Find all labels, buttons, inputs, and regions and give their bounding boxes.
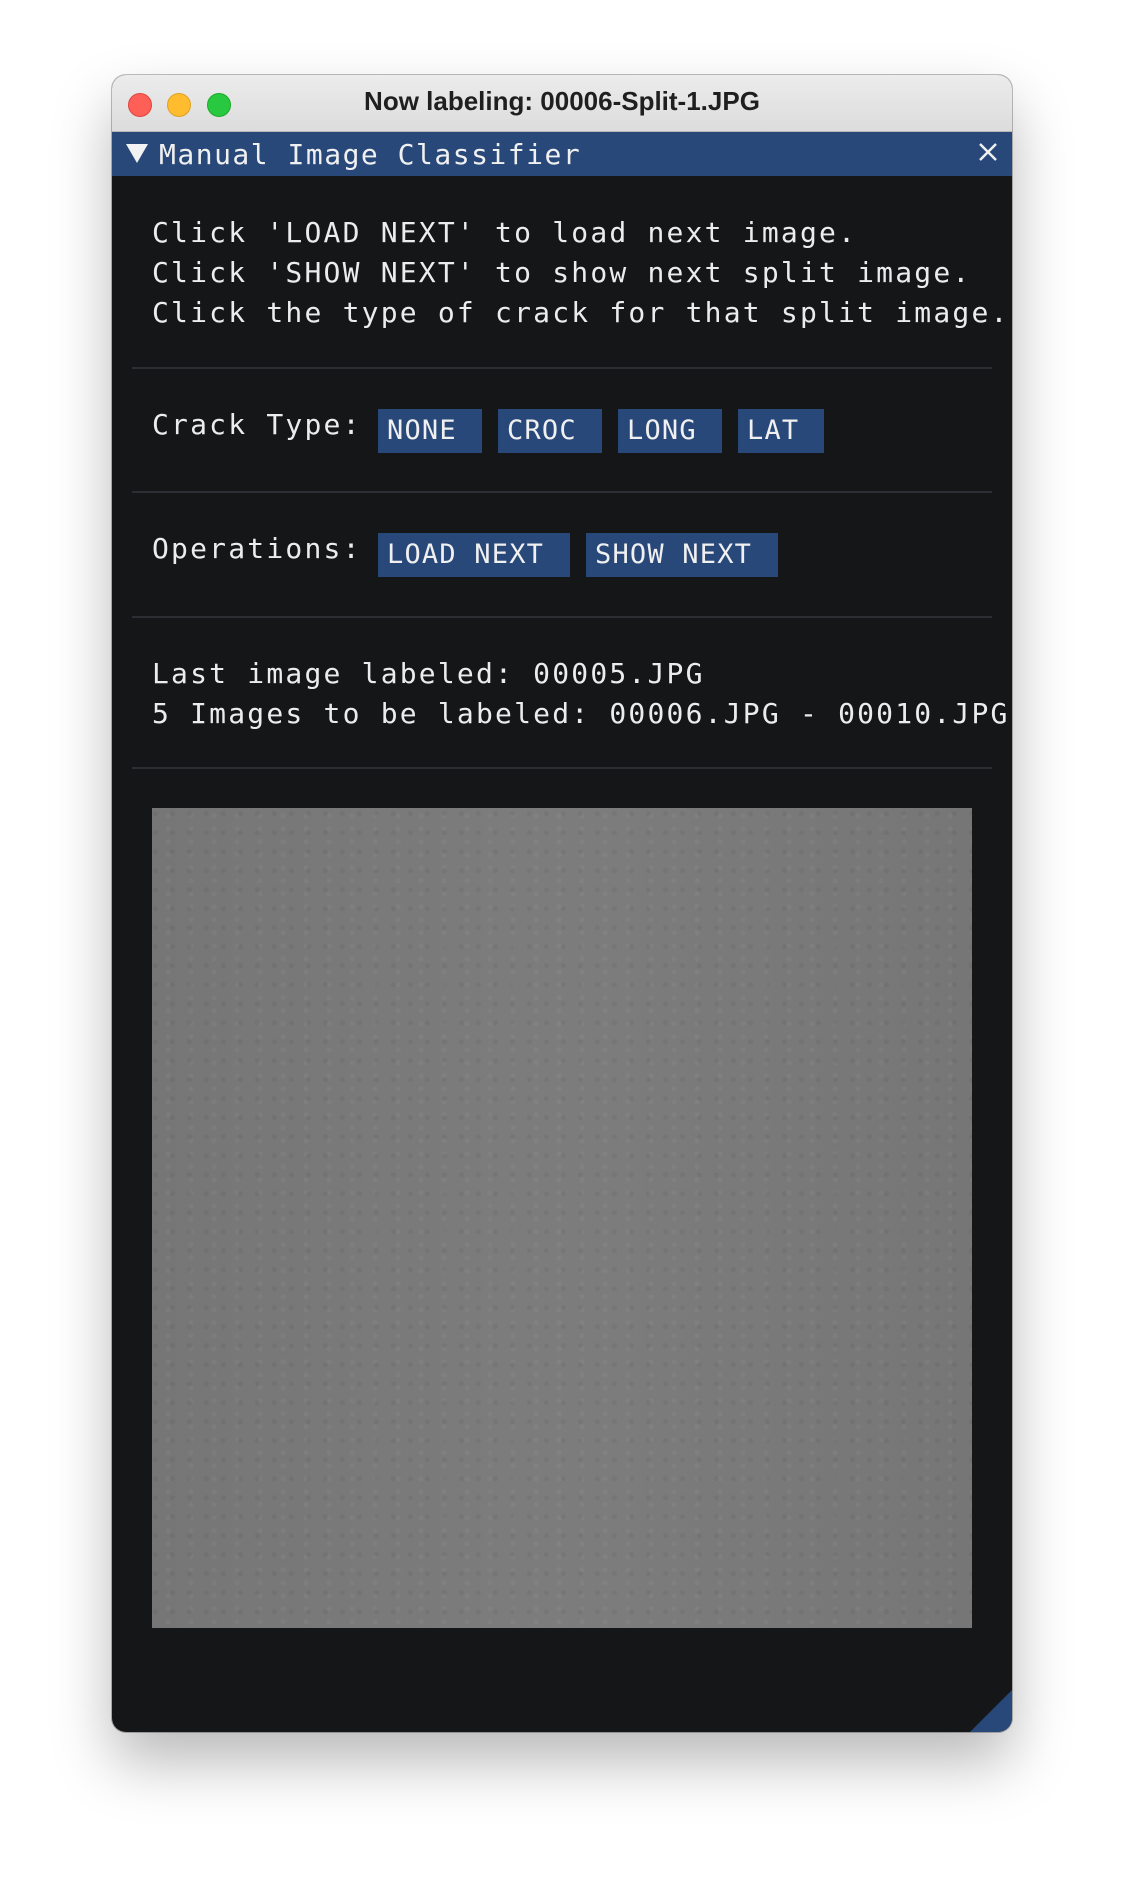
crack-type-none-button[interactable]: NONE — [378, 409, 482, 453]
split-image-preview — [152, 808, 972, 1628]
instruction-line-2: Click 'SHOW NEXT' to show next split ima… — [152, 256, 972, 289]
close-icon[interactable] — [974, 138, 1002, 166]
separator — [132, 616, 992, 618]
separator — [132, 491, 992, 493]
crack-type-croc-button[interactable]: CROC — [498, 409, 602, 453]
last-labeled-status: Last image labeled: 00005.JPG — [152, 657, 705, 690]
app-window: Now labeling: 00006-Split-1.JPG Manual I… — [112, 75, 1012, 1732]
triangle-down-icon[interactable] — [126, 144, 148, 163]
window-titlebar[interactable]: Now labeling: 00006-Split-1.JPG — [112, 75, 1012, 132]
crack-type-long-button[interactable]: LONG — [618, 409, 722, 453]
resize-grip[interactable] — [970, 1690, 1012, 1732]
crack-type-lat-button[interactable]: LAT — [738, 409, 824, 453]
crack-type-label: Crack Type: — [152, 408, 362, 441]
operations-label: Operations: — [152, 532, 362, 565]
panel-title: Manual Image Classifier — [159, 138, 582, 171]
load-next-button[interactable]: LOAD NEXT — [378, 533, 570, 577]
separator — [132, 367, 992, 369]
panel-header[interactable]: Manual Image Classifier — [112, 132, 1012, 176]
instruction-line-3: Click the type of crack for that split i… — [152, 296, 1010, 329]
window-title: Now labeling: 00006-Split-1.JPG — [364, 86, 760, 116]
separator — [132, 767, 992, 769]
instruction-line-1: Click 'LOAD NEXT' to load next image. — [152, 216, 858, 249]
show-next-button[interactable]: SHOW NEXT — [586, 533, 778, 577]
to-be-labeled-status: 5 Images to be labeled: 00006.JPG - 0001… — [152, 697, 1010, 730]
